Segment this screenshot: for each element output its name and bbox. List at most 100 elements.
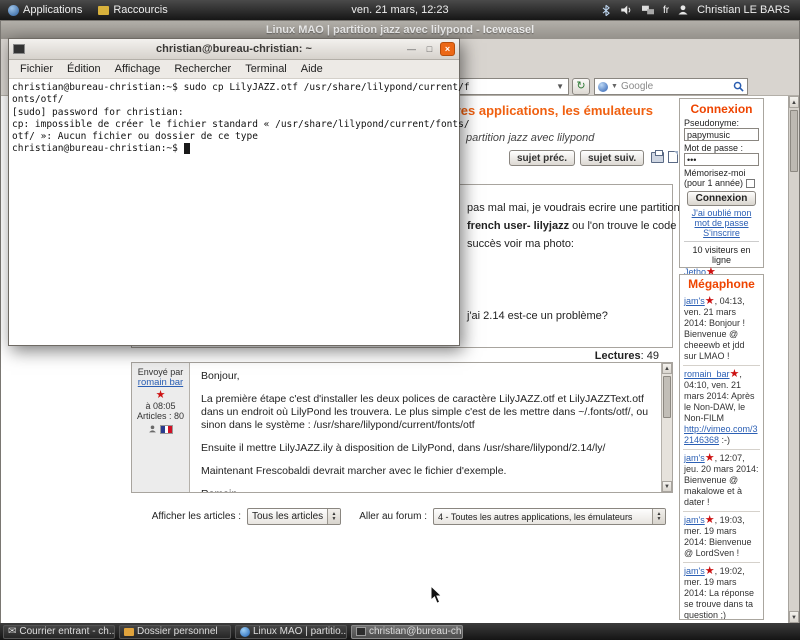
search-engine-dropdown-icon[interactable]: ▼ [611,83,618,90]
star-icon: ★ [705,295,715,307]
author-articles-count: Articles : 80 [132,411,189,421]
scroll-down-icon[interactable]: ▼ [662,481,672,492]
post-text-fragment [467,253,667,271]
post-scrollbar[interactable]: ▲ ▼ [661,363,672,492]
keyboard-layout-indicator[interactable]: fr [663,5,669,16]
terminal-line: [sudo] password for christian: [12,107,456,119]
scroll-up-icon[interactable]: ▲ [662,363,672,374]
terminal-line: christian@bureau-christian:~$ sudo cp Li… [12,82,456,94]
network-icon[interactable] [641,4,655,16]
maximize-button[interactable]: □ [422,42,437,56]
print-icon[interactable] [651,152,664,163]
close-button[interactable]: × [440,42,455,56]
filter-articles-value: Tous les articles [252,511,323,522]
applications-menu[interactable]: Applications [0,0,90,20]
remember-me-checkbox[interactable] [746,179,755,188]
reload-button[interactable]: ↻ [572,78,590,95]
terminal-window-title: christian@bureau-christian: ~ [9,43,459,55]
megaphone-user-link[interactable]: jam's [684,453,705,463]
author-link[interactable]: romain bar [132,377,189,388]
french-flag-icon [160,425,173,434]
folder-icon [124,628,134,636]
scroll-up-icon[interactable]: ▲ [789,96,799,108]
terminal-prompt: christian@bureau-christian:~$ [12,143,184,154]
search-input[interactable] [621,81,730,92]
filter-articles-select[interactable]: Tous les articles ▲▼ [247,508,341,525]
next-topic-button[interactable]: sujet suiv. [580,150,644,166]
megaphone-user-link[interactable]: jam's [684,515,705,525]
star-icon: ★ [705,514,715,526]
terminal-menubar: Fichier Édition Affichage Rechercher Ter… [9,60,459,79]
user-profile-icon[interactable] [148,424,157,434]
user-menu[interactable]: Christian LE BARS [697,4,790,16]
applications-menu-icon [8,5,19,16]
star-icon: ★ [705,452,715,464]
login-button[interactable]: Connexion [687,191,757,206]
terminal-icon [356,627,366,636]
page-scrollbar[interactable]: ▲ ▼ [788,96,799,623]
goto-forum-value: 4 - Toutes les autres applications, les … [438,512,632,522]
minimize-button[interactable]: — [404,42,419,56]
browser-titlebar[interactable]: Linux MAO | partition jazz avec lilypond… [1,21,799,39]
mail-icon: ✉ [8,626,16,637]
post-scrollbar-thumb[interactable] [663,376,671,418]
taskbar-item-browser[interactable]: Linux MAO | partitio... [235,625,347,639]
forgot-password-link[interactable]: J'ai oublié mon mot de passe [692,208,752,228]
megaphone-panel: Mégaphone jam's★, 04:13, ven. 21 mars 20… [679,274,764,620]
remember-me-label: Mémorisez-moi (pour 1 année) [684,168,746,188]
terminal-menu-item[interactable]: Aide [294,63,330,75]
terminal-output[interactable]: christian@bureau-christian:~$ sudo cp Li… [9,80,459,345]
page-scrollbar-thumb[interactable] [790,110,798,172]
register-link[interactable]: S'inscrire [703,228,740,238]
megaphone-text-suffix: :-) [719,435,730,445]
user-icon [677,4,689,16]
megaphone-user-link[interactable]: romain_bar [684,369,730,379]
taskbar-item-label: Linux MAO | partitio... [253,626,347,637]
terminal-menu-item[interactable]: Terminal [238,63,294,75]
taskbar-item-label: Courrier entrant - ch... [19,626,115,637]
taskbar-item-terminal[interactable]: christian@bureau-chr... [351,625,463,639]
terminal-line: onts/otf/ [12,94,456,106]
megaphone-message: jam's★, 19:02, mer. 19 mars 2014: La rép… [683,563,760,620]
megaphone-user-link[interactable]: jam's [684,296,705,306]
search-box[interactable]: ▼ [594,78,748,95]
select-stepper-icon[interactable]: ▲▼ [327,509,340,524]
thread-title: partition jazz avec lilypond [466,132,594,144]
post-paragraph: Bonjour, [201,370,651,383]
terminal-prompt-line: christian@bureau-christian:~$ [12,143,456,155]
taskbar-item-mail[interactable]: ✉ Courrier entrant - ch... [3,625,115,639]
select-stepper-icon[interactable]: ▲▼ [652,509,665,524]
divider [684,241,759,242]
terminal-window: christian@bureau-christian: ~ — □ × Fich… [8,38,460,346]
terminal-menu-item[interactable]: Fichier [13,63,60,75]
username-field[interactable] [684,128,759,141]
scroll-down-icon[interactable]: ▼ [789,611,799,623]
terminal-menu-item[interactable]: Édition [60,63,108,75]
terminal-titlebar[interactable]: christian@bureau-christian: ~ — □ × [9,39,459,60]
top-panel: Applications Raccourcis ven. 21 mars, 12… [0,0,800,20]
post-paragraph: Ensuite il mettre LilyJAZZ.ily à disposi… [201,442,651,455]
password-field[interactable] [684,153,759,166]
shortcuts-menu-icon [98,6,109,15]
post-message: Bonjour, La première étape c'est d'insta… [191,363,661,492]
megaphone-user-link[interactable]: jam's [684,566,705,576]
post-text-fragment [467,289,667,307]
megaphone-message: romain_bar★, 04:10, ven. 21 mars 2014: A… [683,366,760,450]
terminal-menu-item[interactable]: Affichage [108,63,168,75]
search-icon[interactable] [733,81,744,92]
shortcuts-menu[interactable]: Raccourcis [90,0,175,20]
goto-forum-select[interactable]: 4 - Toutes les autres applications, les … [433,508,666,525]
previous-topic-button[interactable]: sujet préc. [509,150,575,166]
terminal-menu-item[interactable]: Rechercher [167,63,238,75]
location-dropdown-icon[interactable]: ▼ [552,82,568,91]
taskbar-item-file-manager[interactable]: Dossier personnel [119,625,231,639]
volume-icon[interactable] [620,4,633,16]
bluetooth-icon[interactable] [600,4,612,17]
applications-menu-label: Applications [23,4,82,16]
search-engine-icon[interactable] [598,82,608,92]
post-text-fragment: succès voir ma photo: [467,235,667,253]
login-panel-title: Connexion [684,102,759,116]
printable-version-icon[interactable] [668,151,678,163]
reads-label: Lectures [595,350,641,362]
visitors-count: 10 visiteurs en ligne [684,245,759,265]
